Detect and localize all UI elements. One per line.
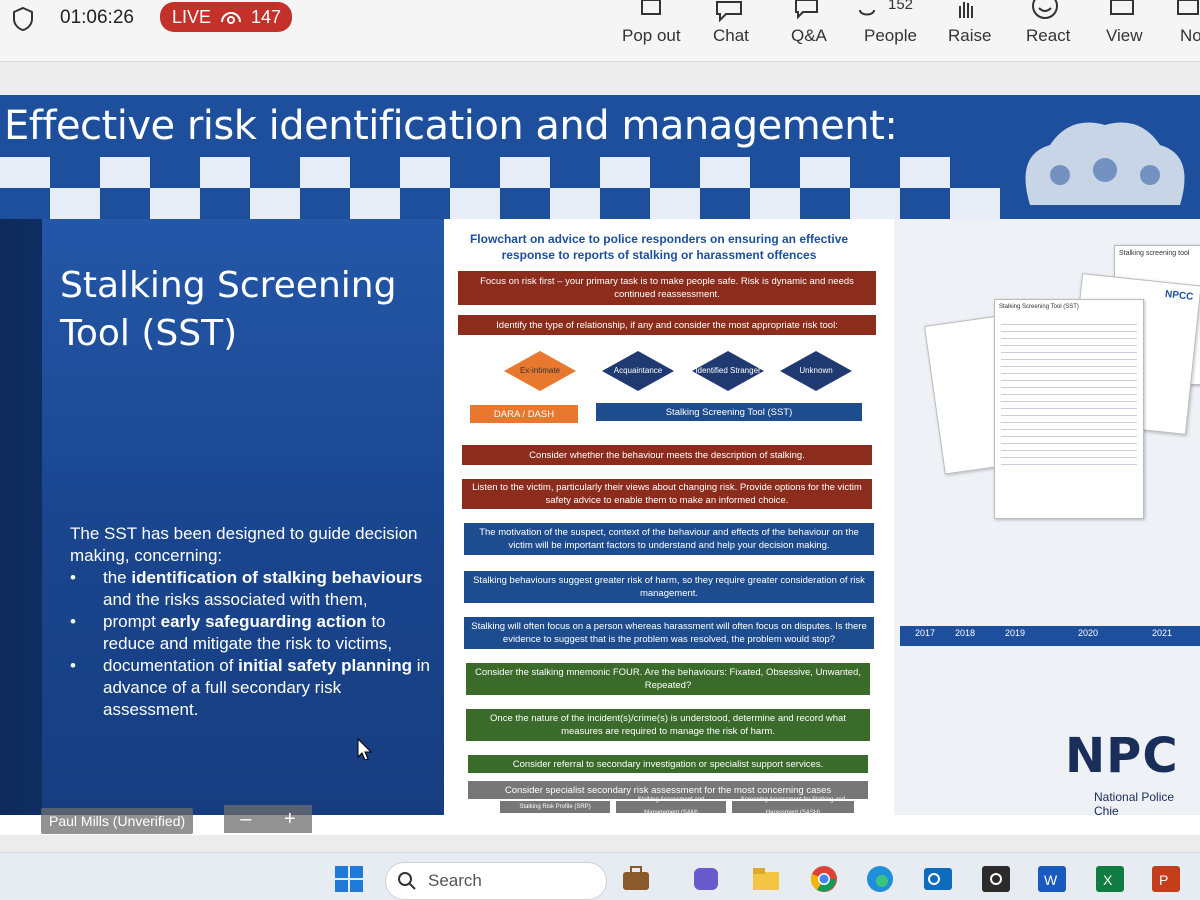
chrome-icon[interactable] — [808, 864, 840, 894]
shield-icon — [13, 6, 33, 32]
flow-step-meets-stalking: Consider whether the behaviour meets the… — [462, 445, 872, 465]
ex-intimate-label: Ex-intimate — [519, 366, 560, 375]
powerpoint-icon[interactable]: P — [1150, 864, 1182, 894]
sst-bullet: prompt early safeguarding action to redu… — [70, 611, 430, 655]
briefcase-icon[interactable] — [620, 864, 652, 894]
svg-text:X: X — [1103, 872, 1113, 888]
raise-hand-icon — [959, 2, 973, 18]
app-o-icon[interactable] — [980, 864, 1012, 894]
sst-bullet: documentation of initial safety planning… — [70, 655, 430, 721]
live-label: LIVE — [172, 6, 212, 27]
unknown-label: Unknown — [799, 366, 833, 375]
live-badge: LIVE 147 — [160, 2, 292, 32]
pop-out-label: Pop out — [622, 26, 681, 45]
excel-icon[interactable]: X — [1094, 864, 1126, 894]
sst-intro: The SST has been designed to guide decis… — [70, 524, 418, 565]
flow-step-focus-risk: Focus on risk first – your primary task … — [458, 271, 876, 305]
bullet-bold: initial safety planning — [238, 656, 412, 675]
chat-icon — [716, 1, 742, 22]
timeline-year: 2018 — [955, 628, 976, 638]
npcc-logo: NPC — [1065, 728, 1179, 784]
bullet-text: and the risks associated with them, — [103, 590, 368, 609]
doc-table-lines — [1001, 318, 1137, 468]
sst-bullet-list: the identification of stalking behaviour… — [70, 567, 430, 721]
notes-icon — [1177, 0, 1199, 15]
bullet-bold: identification of stalking behaviours — [131, 568, 423, 587]
doc-page-title: Stalking screening tool — [1119, 250, 1190, 257]
sst-description: The SST has been designed to guide decis… — [70, 523, 430, 721]
flowchart: Flowchart on advice to police responders… — [444, 219, 894, 816]
flow-step-focus-person: Stalking will often focus on a person wh… — [464, 617, 874, 649]
timeline-year: 2019 — [1005, 628, 1026, 638]
timeline-year: 2021 — [1152, 628, 1173, 638]
sst-heading-line1: Stalking Screening — [60, 265, 397, 306]
pop-out-icon — [641, 0, 661, 15]
bullet-text: prompt — [103, 612, 161, 631]
qa-label: Q&A — [791, 26, 827, 45]
react-icon — [1032, 0, 1058, 19]
flow-step-referral: Consider referral to secondary investiga… — [468, 755, 868, 773]
timeline-year: 2020 — [1078, 628, 1099, 638]
documents-panel: Stalking screening tool NPCC Stalking Sc… — [894, 219, 1200, 815]
sst-heading: Stalking Screening Tool (SST) — [60, 262, 396, 358]
react-label: React — [1026, 26, 1071, 45]
zoom-out-button[interactable]: – — [240, 808, 251, 831]
flowchart-title: Flowchart on advice to police responders… — [469, 232, 849, 262]
dara-dash-box: DARA / DASH — [470, 405, 578, 423]
people-count-badge: 152 — [888, 0, 914, 13]
bullet-text: the — [103, 568, 132, 587]
doc-main-title: Stalking Screening Tool (SST) — [999, 304, 1079, 310]
svg-text:W: W — [1044, 872, 1058, 888]
eye-icon — [221, 12, 242, 24]
notes-label: No — [1180, 26, 1200, 45]
word-icon[interactable]: W — [1036, 864, 1068, 894]
edge-icon[interactable] — [864, 864, 896, 894]
outlook-icon[interactable] — [922, 864, 954, 894]
crown-emblem — [1025, 122, 1185, 205]
zoom-controls: – + — [224, 805, 312, 833]
view-label: View — [1106, 26, 1143, 45]
view-icon — [1110, 0, 1134, 15]
file-explorer-icon[interactable] — [750, 864, 782, 894]
npcc-subtitle: National Police Chie — [1094, 790, 1175, 818]
sst-heading-line2: Tool (SST) — [60, 313, 238, 354]
svg-text:P: P — [1159, 872, 1168, 888]
acquaintance-label: Acquaintance — [613, 366, 663, 375]
sst-tool-box: Stalking Screening Tool (SST) — [596, 403, 862, 421]
slide-title-bar: Effective risk identification and manage… — [0, 95, 1200, 219]
qa-icon — [795, 0, 818, 20]
sst-bullet: the identification of stalking behaviour… — [70, 567, 430, 611]
flow-step-determine-measures: Once the nature of the incident(s)/crime… — [466, 709, 870, 741]
flow-step-greater-risk: Stalking behaviours suggest greater risk… — [464, 571, 874, 603]
flow-step-four-mnemonic: Consider the stalking mnemonic FOUR. Are… — [466, 663, 870, 695]
copilot-icon[interactable] — [690, 864, 722, 894]
doc-page-main: Stalking Screening Tool (SST) — [994, 299, 1144, 519]
chat-label: Chat — [713, 26, 749, 45]
mouse-cursor-icon — [357, 738, 373, 761]
tool-srp: Stalking Risk Profile (SRP) — [500, 801, 610, 813]
search-icon — [398, 872, 416, 890]
flow-step-listen-victim: Listen to the victim, particularly their… — [462, 479, 872, 509]
tool-sash: Screening Assessment for Stalking and Ha… — [732, 797, 854, 816]
identified-stranger-label: Identified Stranger — [695, 366, 761, 375]
presenter-name-tag: Paul Mills (Unverified) — [41, 808, 194, 834]
tool-sam: Stalking Assessment and Management (SAM) — [616, 797, 726, 816]
slide-title: Effective risk identification and manage… — [4, 103, 898, 149]
flow-step-identify-relationship: Identify the type of relationship, if an… — [458, 315, 876, 335]
meeting-timer: 01:06:26 — [60, 7, 134, 28]
people-icon — [859, 9, 875, 16]
zoom-in-button[interactable]: + — [284, 808, 296, 831]
meeting-toolbar: 01:06:26 LIVE 147 Pop out Chat Q&A 152 P… — [0, 0, 1200, 62]
flow-step-motivation: The motivation of the suspect, context o… — [464, 523, 874, 555]
timeline-year: 2017 — [915, 628, 936, 638]
bullet-bold: early safeguarding action — [160, 612, 367, 631]
checkerboard-pattern — [0, 157, 1000, 219]
taskbar-search[interactable]: Search — [385, 862, 607, 900]
raise-label: Raise — [948, 26, 992, 45]
start-icon[interactable] — [333, 864, 365, 894]
bullet-text: documentation of — [103, 656, 239, 675]
people-label: People — [864, 26, 917, 45]
viewer-count: 147 — [251, 6, 282, 27]
search-placeholder: Search — [428, 871, 482, 890]
